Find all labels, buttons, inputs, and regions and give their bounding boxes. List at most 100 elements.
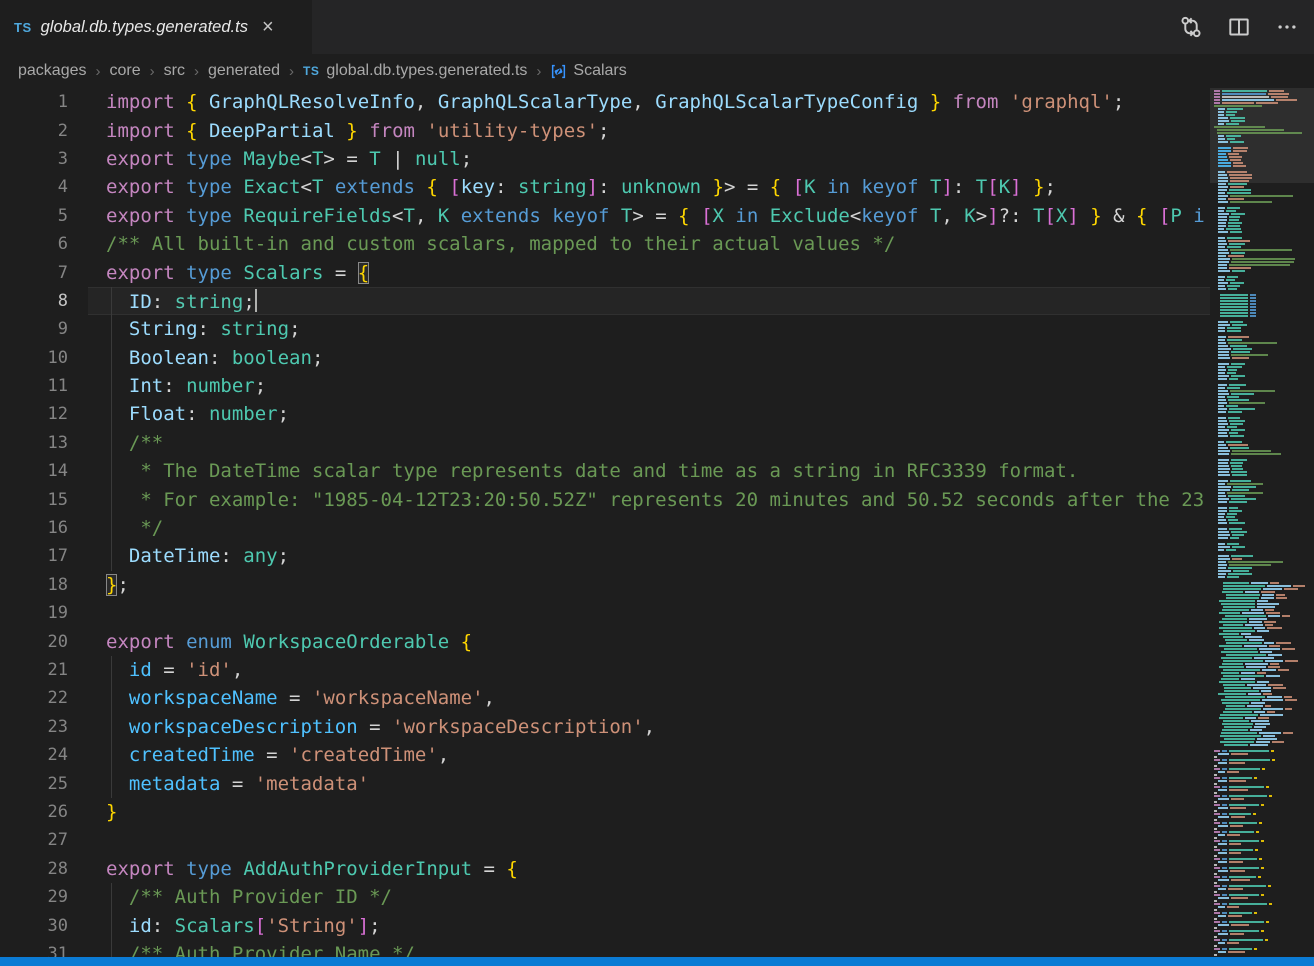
code-line-1[interactable]: 1import { GraphQLResolveInfo, GraphQLSca…	[0, 88, 1210, 116]
code-line-14[interactable]: 14 * The DateTime scalar type represents…	[0, 457, 1210, 485]
minimap-line	[1214, 366, 1314, 368]
code-line-24[interactable]: 24 createdTime = 'createdTime',	[0, 741, 1210, 769]
code-line-12[interactable]: 12 Float: number;	[0, 400, 1210, 428]
code-line-28[interactable]: 28export type AddAuthProviderInput = {	[0, 855, 1210, 883]
minimap-line	[1214, 312, 1314, 314]
minimap-line	[1214, 354, 1314, 356]
minimap-line	[1214, 528, 1314, 530]
breadcrumb-item-src[interactable]: src	[164, 62, 185, 80]
minimap-line	[1214, 504, 1314, 506]
code-line-4[interactable]: 4export type Exact<T extends { [key: str…	[0, 173, 1210, 201]
indent-guide	[111, 542, 112, 570]
minimap-line	[1214, 555, 1314, 557]
minimap-line	[1214, 651, 1314, 653]
breadcrumb-symbol-scalars[interactable]: Scalars	[550, 62, 626, 80]
minimap-line	[1214, 834, 1314, 836]
code-line-16[interactable]: 16 */	[0, 514, 1210, 542]
minimap-line	[1214, 894, 1314, 896]
close-tab-icon[interactable]: ×	[262, 17, 274, 37]
code-line-10[interactable]: 10 Boolean: boolean;	[0, 344, 1210, 372]
minimap-line	[1214, 903, 1314, 905]
minimap-line	[1214, 261, 1314, 263]
indent-guide	[111, 713, 112, 741]
minimap-line	[1214, 393, 1314, 395]
line-number: 23	[0, 717, 68, 737]
minimap-line	[1214, 708, 1314, 710]
code-line-22[interactable]: 22 workspaceName = 'workspaceName',	[0, 684, 1210, 712]
breadcrumb-item-packages[interactable]: packages	[18, 62, 87, 80]
minimap-line	[1214, 210, 1314, 212]
code-line-17[interactable]: 17 DateTime: any;	[0, 542, 1210, 570]
minimap-line	[1214, 258, 1314, 260]
code-line-2[interactable]: 2import { DeepPartial } from 'utility-ty…	[0, 116, 1210, 144]
code-line-7[interactable]: 7export type Scalars = {	[0, 258, 1210, 286]
code-editor[interactable]: 1import { GraphQLResolveInfo, GraphQLSca…	[0, 88, 1210, 966]
code-line-9[interactable]: 9 String: string;	[0, 315, 1210, 343]
code-line-25[interactable]: 25 metadata = 'metadata'	[0, 769, 1210, 797]
code-line-27[interactable]: 27	[0, 826, 1210, 854]
code-line-8[interactable]: 8 ID: string;	[0, 287, 1210, 315]
minimap-line	[1214, 690, 1314, 692]
minimap-line	[1214, 264, 1314, 266]
minimap-line	[1214, 810, 1314, 812]
minimap-line	[1214, 699, 1314, 701]
indent-guide	[111, 656, 112, 684]
code-line-29[interactable]: 29 /** Auth Provider ID */	[0, 883, 1210, 911]
code-line-13[interactable]: 13 /**	[0, 429, 1210, 457]
minimap-line	[1214, 249, 1314, 251]
minimap-line	[1214, 345, 1314, 347]
code-line-11[interactable]: 11 Int: number;	[0, 372, 1210, 400]
minimap-line	[1214, 627, 1314, 629]
code-line-30[interactable]: 30 id: Scalars['String'];	[0, 911, 1210, 939]
minimap-line	[1214, 540, 1314, 542]
minimap-line	[1214, 552, 1314, 554]
code-line-20[interactable]: 20export enum WorkspaceOrderable {	[0, 627, 1210, 655]
line-content: createdTime = 'createdTime',	[106, 744, 449, 766]
minimap-line	[1214, 300, 1314, 302]
minimap-line	[1214, 132, 1314, 134]
line-content: Boolean: boolean;	[106, 347, 323, 369]
minimap-line	[1214, 294, 1314, 296]
line-content: String: string;	[106, 318, 301, 340]
compare-changes-icon[interactable]	[1174, 10, 1208, 44]
minimap-line	[1214, 717, 1314, 719]
minimap-line	[1214, 615, 1314, 617]
breadcrumb-symbol-label: Scalars	[573, 62, 626, 80]
more-actions-icon[interactable]	[1270, 10, 1304, 44]
breadcrumb-file[interactable]: TSglobal.db.types.generated.ts	[303, 62, 527, 80]
minimap-line	[1214, 543, 1314, 545]
code-line-6[interactable]: 6/** All built-in and custom scalars, ma…	[0, 230, 1210, 258]
minimap-line	[1214, 525, 1314, 527]
minimap-line	[1214, 639, 1314, 641]
code-line-5[interactable]: 5export type RequireFields<T, K extends …	[0, 202, 1210, 230]
minimap-line	[1214, 798, 1314, 800]
minimap-line	[1214, 822, 1314, 824]
minimap-line	[1214, 216, 1314, 218]
minimap[interactable]	[1210, 88, 1314, 966]
indent-guide	[111, 344, 112, 372]
minimap-line	[1214, 606, 1314, 608]
code-line-26[interactable]: 26}	[0, 798, 1210, 826]
minimap-line	[1214, 450, 1314, 452]
code-line-3[interactable]: 3export type Maybe<T> = T | null;	[0, 145, 1210, 173]
indent-guide	[111, 485, 112, 513]
breadcrumb-item-generated[interactable]: generated	[208, 62, 280, 80]
tab-global-db-types[interactable]: TS global.db.types.generated.ts ×	[0, 0, 312, 54]
minimap-line	[1214, 357, 1314, 359]
minimap-line	[1214, 579, 1314, 581]
minimap-line	[1214, 372, 1314, 374]
breadcrumb-item-core[interactable]: core	[110, 62, 141, 80]
indent-guide	[111, 315, 112, 343]
minimap-line	[1214, 636, 1314, 638]
code-line-21[interactable]: 21 id = 'id',	[0, 656, 1210, 684]
minimap-line	[1214, 474, 1314, 476]
code-line-23[interactable]: 23 workspaceDescription = 'workspaceDesc…	[0, 713, 1210, 741]
symbol-type-icon	[550, 63, 567, 80]
minimap-line	[1214, 837, 1314, 839]
line-number: 11	[0, 376, 68, 396]
split-editor-icon[interactable]	[1222, 10, 1256, 44]
code-line-15[interactable]: 15 * For example: "1985-04-12T23:20:50.5…	[0, 485, 1210, 513]
minimap-line	[1214, 906, 1314, 908]
code-line-19[interactable]: 19	[0, 599, 1210, 627]
code-line-18[interactable]: 18};	[0, 571, 1210, 599]
